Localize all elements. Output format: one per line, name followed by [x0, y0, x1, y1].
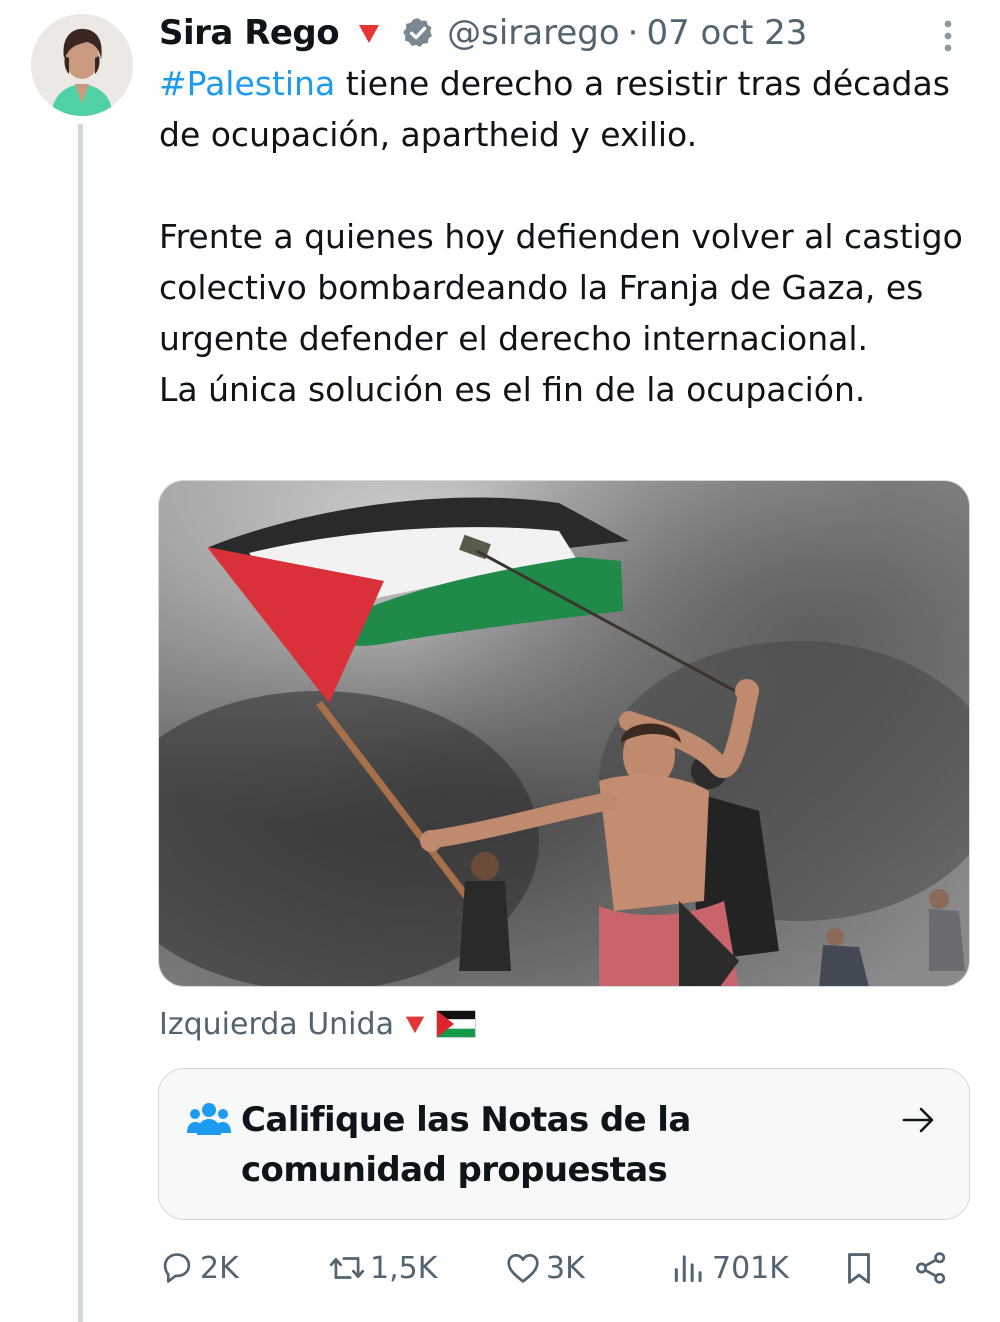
bookmark-icon	[848, 1253, 870, 1284]
source-label[interactable]: Izquierda Unida	[159, 1004, 476, 1044]
more-options-icon[interactable]	[938, 18, 958, 54]
separator-dot: ·	[627, 13, 639, 53]
hashtag-link[interactable]: #Palestina	[159, 64, 335, 103]
source-text: Izquierda Unida	[159, 1006, 394, 1042]
tweet-photo[interactable]	[158, 480, 970, 987]
author-name[interactable]: Sira Rego	[159, 13, 340, 53]
reply-count: 2K	[200, 1250, 239, 1286]
reply-icon	[163, 1253, 191, 1283]
repost-icon	[329, 1257, 365, 1279]
tweet-header: Sira Rego @sirarego · 07 oct 23	[159, 10, 807, 56]
views-button[interactable]: 701K	[670, 1242, 789, 1294]
action-bar: 2K 1,5K 3K 701K	[158, 1242, 970, 1294]
reply-button[interactable]: 2K	[158, 1242, 239, 1294]
red-triangle-icon	[357, 21, 381, 45]
tweet-text: tiene derecho a resistir tras décadas de…	[159, 64, 963, 409]
red-triangle-icon	[405, 1016, 425, 1034]
community-notes-card[interactable]: Califique las Notas de la comunidad prop…	[158, 1068, 970, 1220]
community-notes-title: Califique las Notas de la comunidad prop…	[241, 1100, 691, 1190]
palestine-flag-icon	[435, 1010, 476, 1038]
people-icon	[187, 1103, 231, 1135]
tweet-date[interactable]: 07 oct 23	[646, 13, 807, 53]
verified-badge-icon	[401, 16, 435, 50]
like-count: 3K	[546, 1250, 585, 1286]
like-button[interactable]: 3K	[504, 1242, 585, 1294]
heart-icon	[507, 1253, 539, 1283]
views-icon	[674, 1255, 702, 1283]
tweet-body: #Palestina tiene derecho a resistir tras…	[159, 58, 979, 415]
author-handle[interactable]: @sirarego	[447, 13, 620, 53]
bookmark-button[interactable]	[840, 1242, 878, 1294]
thread-line	[78, 124, 83, 1322]
avatar[interactable]	[31, 14, 133, 116]
arrow-right-icon	[902, 1107, 934, 1133]
tweet: Sira Rego @sirarego · 07 oct 23 #Palesti…	[0, 0, 1000, 1322]
repost-count: 1,5K	[370, 1250, 438, 1286]
share-button[interactable]	[912, 1242, 950, 1294]
repost-button[interactable]: 1,5K	[328, 1242, 437, 1294]
views-count: 701K	[712, 1250, 789, 1286]
photo-palestinian-flag-protester	[159, 481, 969, 986]
share-icon	[916, 1252, 946, 1284]
